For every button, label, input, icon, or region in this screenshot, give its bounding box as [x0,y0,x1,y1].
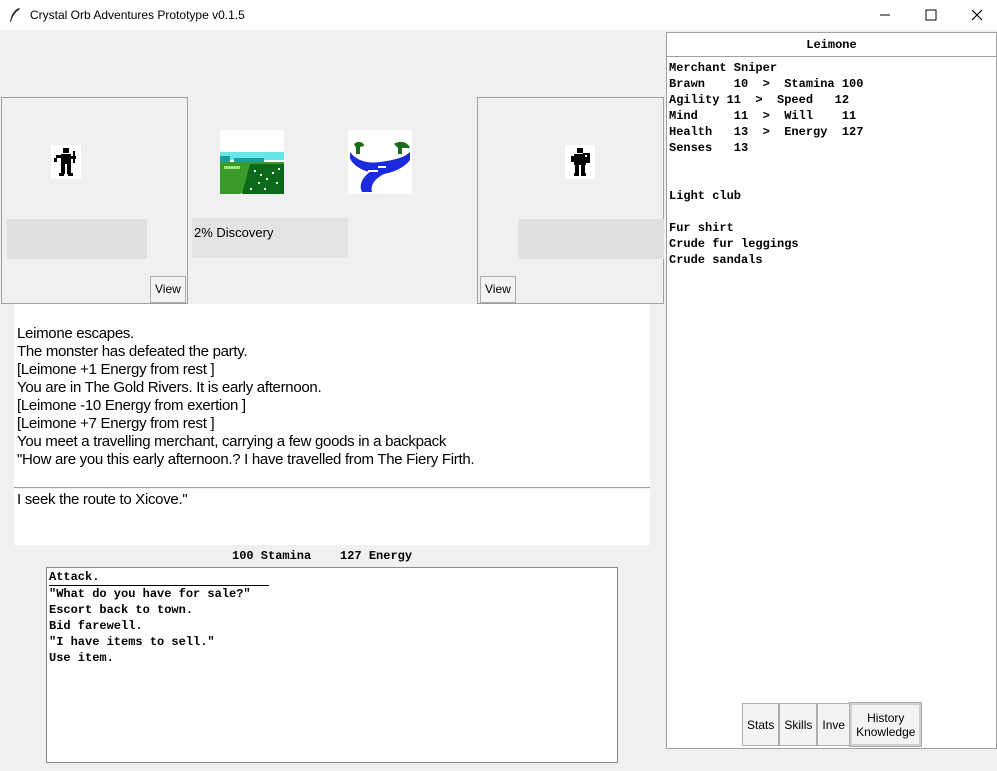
log-line: "How are you this early afternoon.? I ha… [17,451,475,468]
action-item-ask-for-sale[interactable]: "What do you have for sale?" [49,586,615,602]
player-name-box [7,219,147,259]
tab-skills[interactable]: Skills [779,703,818,746]
character-class: Merchant Sniper [669,61,778,75]
stat-row-health: Health 13 > Energy 127 [669,125,864,139]
log-line: [Leimone -10 Energy from exertion ] [17,397,246,414]
merchant-sprite-icon [565,145,595,179]
river-terrain-icon [348,130,412,194]
log-line: [Leimone +1 Energy from rest ] [17,361,215,378]
tab-stats[interactable]: Stats [742,703,780,746]
stat-row-mind: Mind 11 > Will 11 [669,109,857,123]
warrior-sprite-icon [51,145,81,179]
tab-knowledge-label: Knowledge [856,724,916,739]
speech-box: I seek the route to Xicove." [14,489,650,545]
player-panel: View [1,97,188,304]
minimize-button[interactable] [862,0,908,30]
log-line: [Leimone +7 Energy from rest ] [17,415,215,432]
message-log: Leimone escapes. The monster has defeate… [14,304,650,488]
log-line: You meet a travelling merchant, carrying… [17,433,447,450]
stat-row-brawn: Brawn 10 > Stamina 100 [669,77,864,91]
title-bar: Crystal Orb Adventures Prototype v0.1.5 [0,0,997,30]
stamina-readout: 100 Stamina [232,549,312,563]
character-sheet-body: Merchant Sniper Brawn 10 > Stamina 100 A… [669,60,863,268]
log-line: Leimone escapes. [17,325,134,342]
equipped-armor: Crude fur leggings [669,237,799,251]
action-item-escort[interactable]: Escort back to town. [49,602,615,618]
encounter-panel: View [477,97,664,304]
energy-readout: 127 Energy [340,549,413,563]
tab-history-label: History [867,710,905,725]
character-name: Leimone [667,33,996,57]
character-sheet: Leimone Merchant Sniper Brawn 10 > Stami… [666,32,997,749]
maximize-button[interactable] [908,0,954,30]
equipped-weapon: Light club [669,189,742,203]
stat-row-senses: Senses 13 [669,141,749,155]
log-line: You are in The Gold Rivers. It is early … [17,379,322,396]
action-item-use-item[interactable]: Use item. [49,650,615,666]
sheet-tabs: Stats Skills Inve History Knowledge [742,702,923,747]
equipped-armor: Fur shirt [669,221,734,235]
discovery-readout: 2% Discovery [192,218,348,258]
encounter-name-box [518,219,664,259]
plains-terrain-icon [220,130,284,194]
view-encounter-button[interactable]: View [480,276,516,303]
action-list[interactable]: Attack. "What do you have for sale?" Esc… [46,567,618,763]
equipped-armor: Crude sandals [669,253,763,267]
close-icon [971,9,983,21]
feather-icon [10,8,20,22]
log-line: The monster has defeated the party. [17,343,248,360]
tab-history-knowledge[interactable]: History Knowledge [849,702,923,747]
minimize-icon [880,14,890,16]
maximize-icon [925,9,937,21]
status-line: 100 Stamina 127 Energy [232,549,412,563]
window-title: Crystal Orb Adventures Prototype v0.1.5 [30,8,245,22]
action-item-farewell[interactable]: Bid farewell. [49,618,615,634]
view-player-button[interactable]: View [150,276,186,303]
action-item-sell-items[interactable]: "I have items to sell." [49,634,615,650]
close-button[interactable] [954,0,997,30]
tab-inventory[interactable]: Inve [817,703,851,746]
stat-row-agility: Agility 11 > Speed 12 [669,93,850,107]
action-item-attack[interactable]: Attack. [49,570,270,586]
